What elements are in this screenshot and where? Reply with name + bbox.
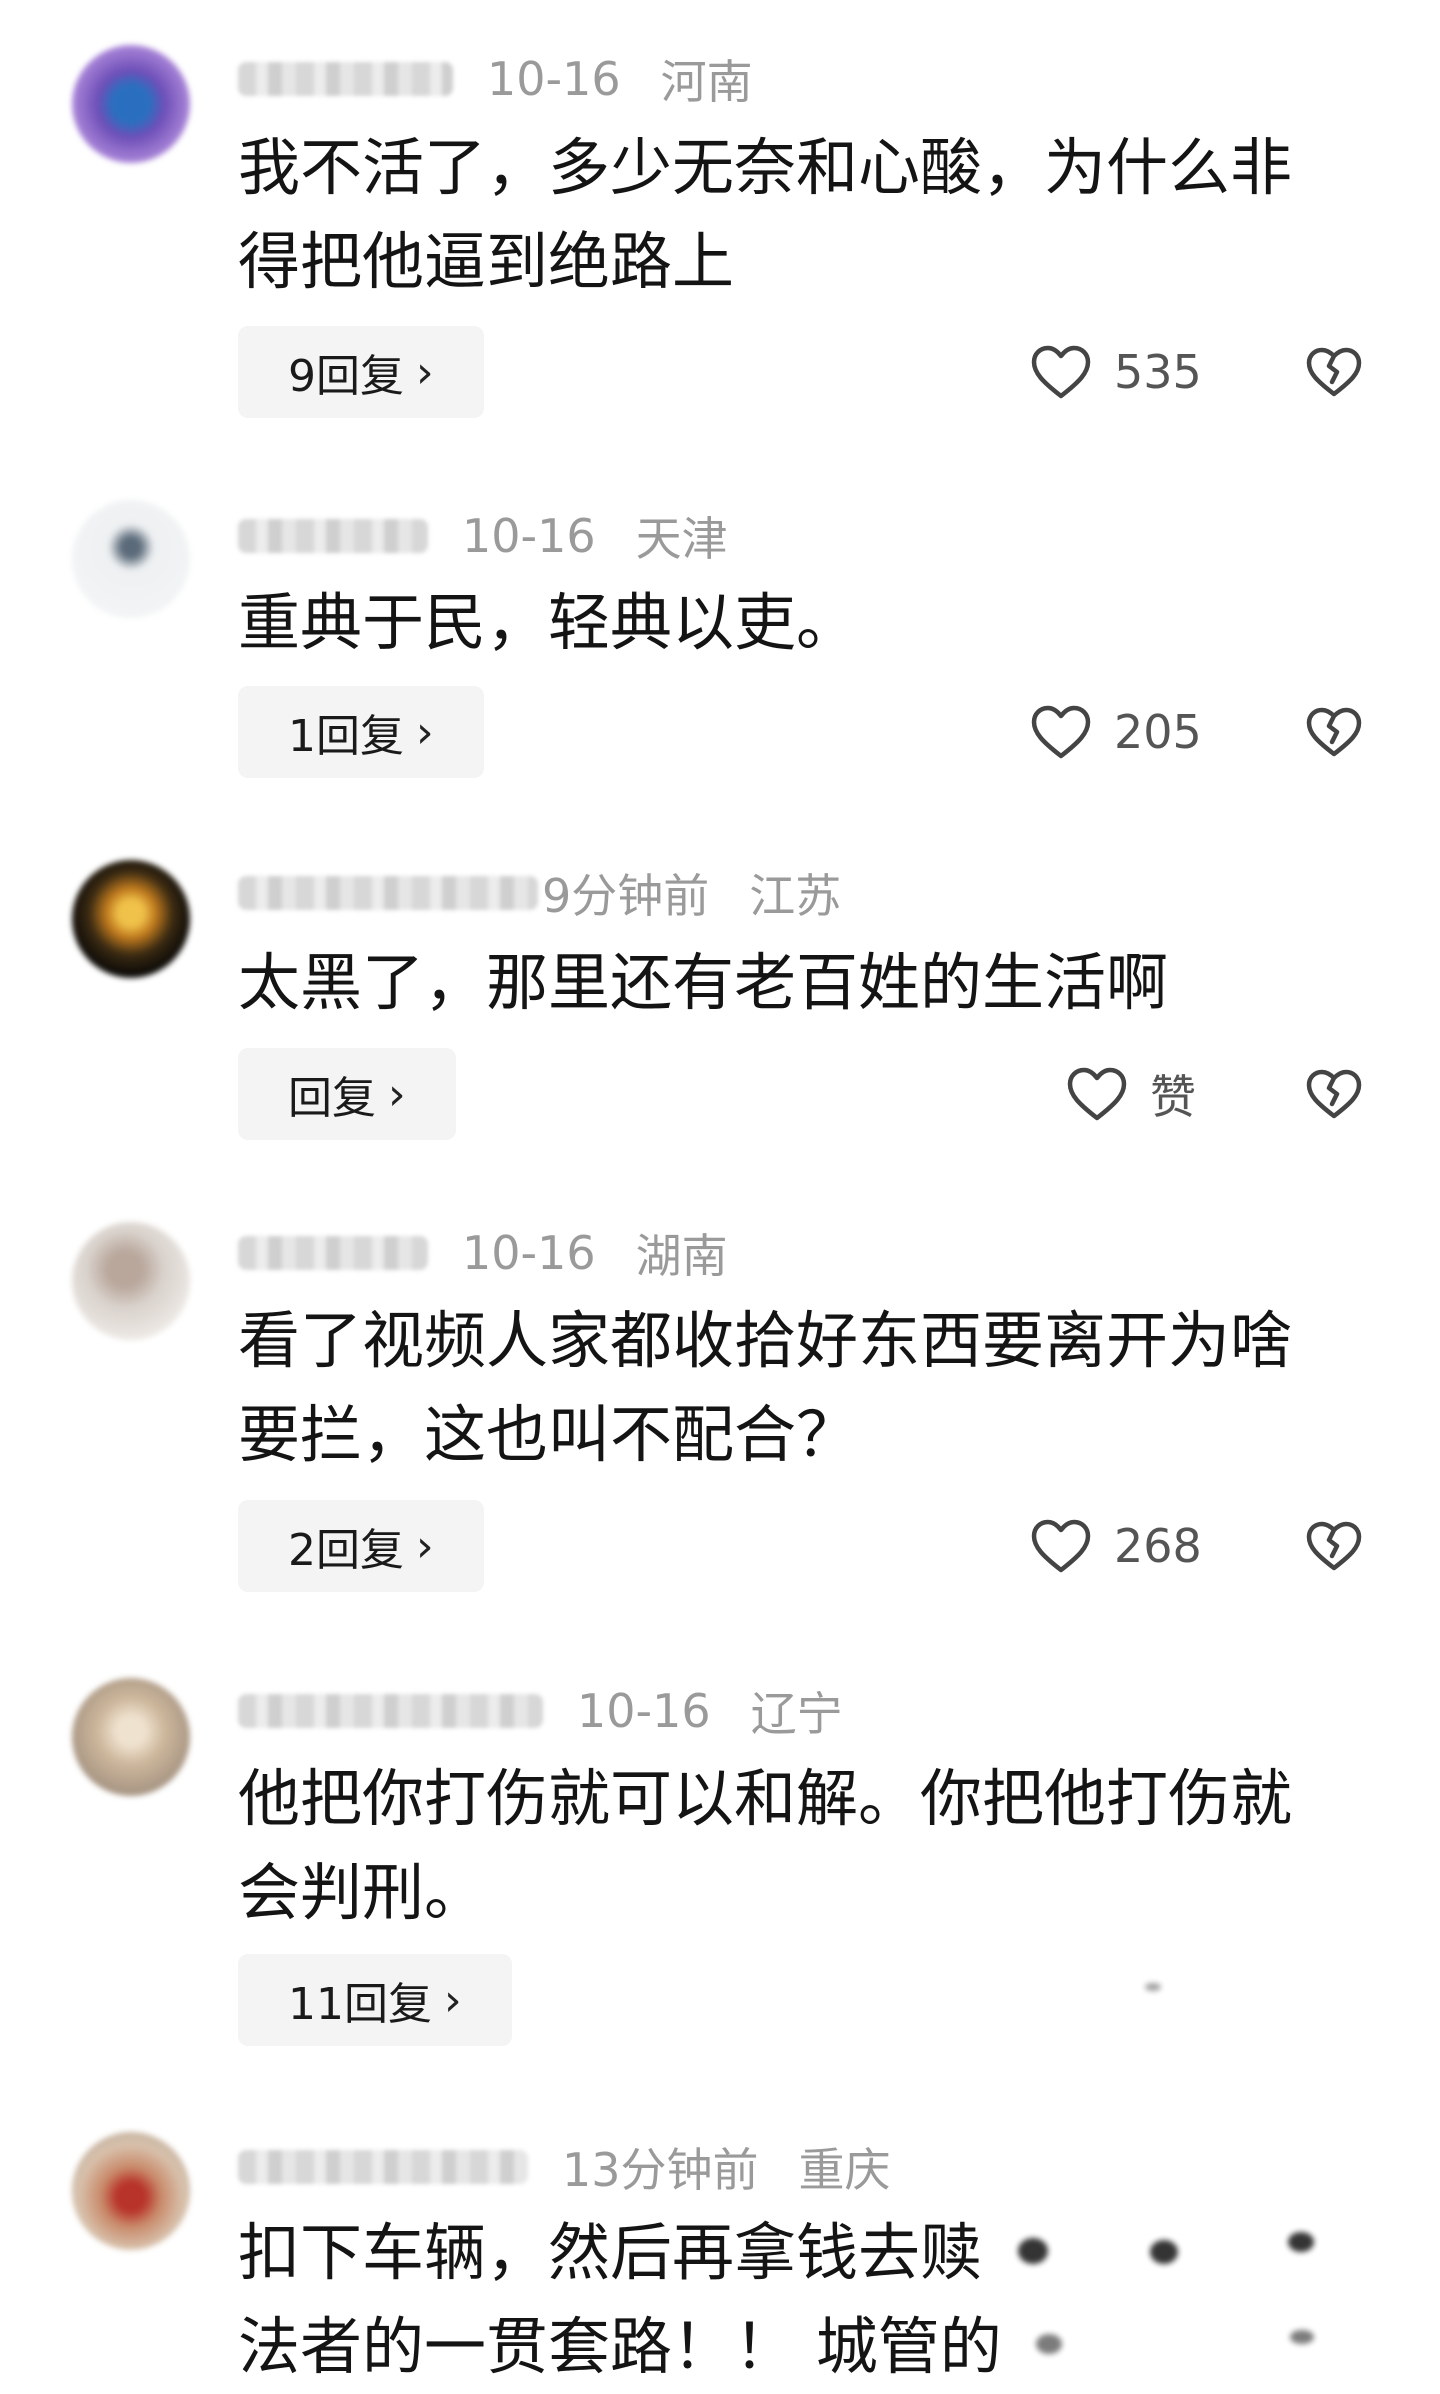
comment-meta: 10-16 天津 <box>238 505 728 567</box>
view-replies-button[interactable]: 回复 › <box>238 1048 456 1140</box>
like-count: 535 <box>1114 345 1202 399</box>
comment-text: 扣下车辆，然后再拿钱去赎 法者的一贯套路！！ 城管的 <box>238 2206 1348 2394</box>
comment-text: 太黑了，那里还有老百姓的生活啊 <box>238 936 1348 1030</box>
comment-line: 会判刑。 <box>238 1856 487 1929</box>
comment-line: 法者的一贯套路！！ 城管的 <box>238 2310 1002 2383</box>
comment-line: 要拦，这也叫不配合？ <box>238 1398 859 1471</box>
chevron-right-icon: › <box>416 706 434 758</box>
broken-heart-icon <box>1306 1069 1362 1119</box>
image-noise <box>1018 2238 1048 2264</box>
broken-heart-icon <box>1306 347 1362 397</box>
reply-label: 9回复 <box>288 351 404 402</box>
username-blurred[interactable] <box>238 876 538 910</box>
comment-location: 湖南 <box>635 1229 728 1283</box>
reply-label: 2回复 <box>288 1525 404 1576</box>
view-replies-button[interactable]: 9回复 › <box>238 326 484 418</box>
comment-location: 河南 <box>660 55 753 109</box>
comment-text: 看了视频人家都收拾好东西要离开为啥 要拦，这也叫不配合？ <box>238 1294 1348 1482</box>
username-blurred[interactable] <box>238 62 453 96</box>
comment-date: 10-16 <box>577 1684 711 1738</box>
broken-heart-icon <box>1306 1521 1362 1571</box>
image-noise <box>1036 2334 1062 2354</box>
reply-label: 回复 <box>288 1073 376 1124</box>
like-count: 205 <box>1114 705 1202 759</box>
username-blurred[interactable] <box>238 1236 428 1270</box>
like-count: 268 <box>1114 1519 1202 1573</box>
comment-meta: 10-16 河南 <box>238 48 753 110</box>
comment-meta: 13分钟前 重庆 <box>238 2136 891 2198</box>
like-button[interactable]: 268 <box>1030 1500 1202 1592</box>
comment-line: 扣下车辆，然后再拿钱去赎 <box>238 2216 983 2289</box>
image-noise <box>1288 2232 1314 2252</box>
comment-line: 他把你打伤就可以和解。你把他打伤就 <box>238 1762 1293 1835</box>
comment-date: 13分钟前 <box>562 2143 759 2197</box>
dislike-button[interactable] <box>1302 1500 1366 1592</box>
avatar[interactable] <box>72 1678 190 1796</box>
comment-location: 江苏 <box>749 869 842 923</box>
comment-meta: 10-16 辽宁 <box>238 1680 843 1742</box>
dislike-button[interactable] <box>1302 326 1366 418</box>
avatar[interactable] <box>72 45 190 163</box>
comment-date: 9分钟前 <box>542 869 710 923</box>
comment-meta: 9分钟前 江苏 <box>238 862 841 924</box>
heart-outline-icon <box>1031 705 1091 759</box>
avatar[interactable] <box>72 1222 190 1340</box>
like-count: 赞 <box>1150 1070 1196 1124</box>
avatar[interactable] <box>72 2132 190 2250</box>
like-button[interactable]: 205 <box>1030 686 1202 778</box>
comment-text: 他把你打伤就可以和解。你把他打伤就 会判刑。 <box>238 1752 1348 1940</box>
comment-meta: 10-16 湖南 <box>238 1222 728 1284</box>
chevron-right-icon: › <box>416 346 434 398</box>
dislike-button[interactable] <box>1302 686 1366 778</box>
comment-location: 天津 <box>635 512 728 566</box>
broken-heart-icon <box>1306 707 1362 757</box>
image-noise <box>1290 2330 1314 2344</box>
comment-line: 得把他逼到绝路上 <box>238 225 735 298</box>
avatar[interactable] <box>72 500 190 618</box>
username-blurred[interactable] <box>238 1694 543 1728</box>
comment-date: 10-16 <box>487 52 621 106</box>
view-replies-button[interactable]: 11回复 › <box>238 1954 512 2046</box>
heart-outline-icon <box>1031 345 1091 399</box>
username-blurred[interactable] <box>238 2150 528 2184</box>
heart-outline-icon <box>1031 1519 1091 1573</box>
chevron-right-icon: › <box>388 1068 406 1120</box>
username-blurred[interactable] <box>238 519 428 553</box>
dislike-button[interactable] <box>1302 1048 1366 1140</box>
view-replies-button[interactable]: 1回复 › <box>238 686 484 778</box>
comment-date: 10-16 <box>462 1226 596 1280</box>
comment-text: 重典于民，轻典以吏。 <box>238 576 1348 670</box>
comment-location: 重庆 <box>798 2143 891 2197</box>
chevron-right-icon: › <box>416 1520 434 1572</box>
comment-location: 辽宁 <box>750 1687 843 1741</box>
comment-text: 我不活了，多少无奈和心酸，为什么非 得把他逼到绝路上 <box>238 121 1348 309</box>
like-button[interactable]: 赞 <box>1066 1048 1196 1140</box>
view-replies-button[interactable]: 2回复 › <box>238 1500 484 1592</box>
chevron-right-icon: › <box>444 1974 462 2026</box>
reply-label: 11回复 <box>288 1979 432 2030</box>
avatar[interactable] <box>72 860 190 978</box>
comment-line: 重典于民，轻典以吏。 <box>238 586 859 659</box>
comment-line: 太黑了，那里还有老百姓的生活啊 <box>238 946 1169 1019</box>
comment-line: 看了视频人家都收拾好东西要离开为啥 <box>238 1304 1293 1377</box>
like-button[interactable]: 535 <box>1030 326 1202 418</box>
heart-outline-icon <box>1067 1067 1127 1121</box>
reply-label: 1回复 <box>288 711 404 762</box>
comment-date: 10-16 <box>462 509 596 563</box>
comment-line: 我不活了，多少无奈和心酸，为什么非 <box>238 131 1293 204</box>
image-noise <box>1145 1983 1161 1991</box>
image-noise <box>1150 2240 1178 2264</box>
